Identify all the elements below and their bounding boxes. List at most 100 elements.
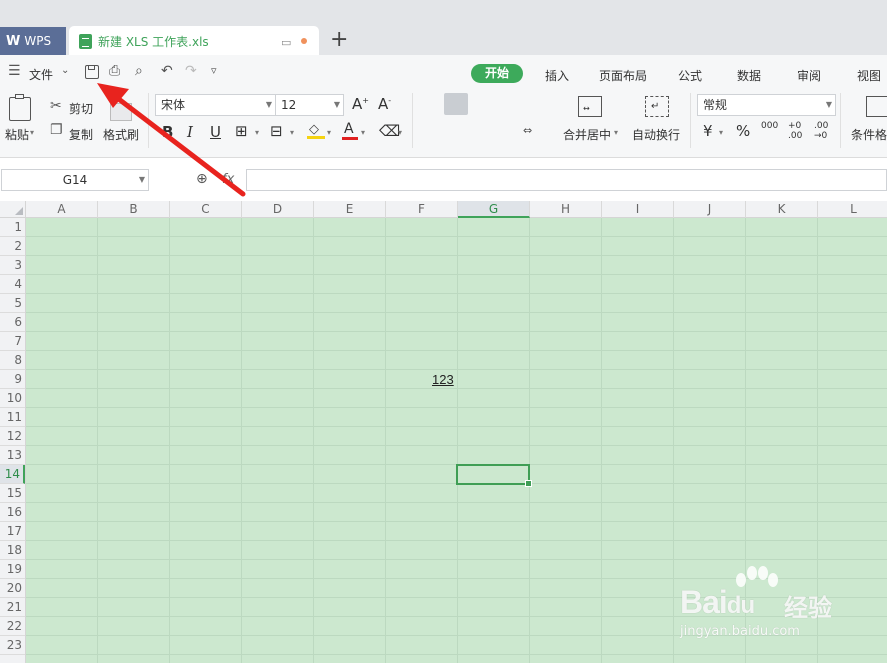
- row-header-6[interactable]: 6: [0, 313, 25, 332]
- wrap-text-icon[interactable]: ↵: [645, 96, 669, 117]
- save-icon[interactable]: [85, 65, 99, 79]
- monitor-icon[interactable]: ▭: [281, 36, 291, 49]
- align-bottom-icon[interactable]: [474, 103, 488, 122]
- ribbon-tab-view[interactable]: 视图: [857, 67, 881, 84]
- column-header-b[interactable]: B: [98, 201, 170, 218]
- wrap-text-button[interactable]: 自动换行: [632, 126, 680, 143]
- row-header-16[interactable]: 16: [0, 503, 25, 522]
- file-menu[interactable]: 文件: [29, 66, 53, 83]
- merge-center-icon[interactable]: ↔: [578, 96, 602, 117]
- customize-toolbar-icon[interactable]: ▿: [211, 64, 217, 77]
- ribbon-tab-review[interactable]: 审阅: [797, 67, 821, 84]
- new-tab-button[interactable]: +: [330, 27, 348, 53]
- ribbon-tab-home[interactable]: 开始: [471, 64, 523, 83]
- font-size-select[interactable]: 12 ▼: [275, 94, 344, 116]
- chevron-down-icon[interactable]: ▾: [255, 128, 259, 137]
- chevron-down-icon[interactable]: ▾: [719, 128, 723, 137]
- fill-color-icon[interactable]: ◇: [307, 122, 325, 140]
- column-header-k[interactable]: K: [746, 201, 818, 218]
- decrease-indent-icon[interactable]: [500, 98, 515, 117]
- column-header-d[interactable]: D: [242, 201, 314, 218]
- print-icon[interactable]: ⎙: [109, 63, 120, 79]
- row-header-4[interactable]: 4: [0, 275, 25, 294]
- column-header-c[interactable]: C: [170, 201, 242, 218]
- copy-button[interactable]: 复制: [69, 126, 93, 143]
- column-header-l[interactable]: L: [818, 201, 887, 218]
- chevron-down-icon[interactable]: ▾: [398, 128, 402, 137]
- row-header-21[interactable]: 21: [0, 598, 25, 617]
- decrease-decimal-icon[interactable]: .00 →0: [814, 121, 836, 141]
- undo-icon[interactable]: ↶: [161, 63, 173, 79]
- unsaved-dot-icon[interactable]: [301, 38, 307, 44]
- paste-button[interactable]: 粘贴: [5, 126, 29, 143]
- insert-function-icon[interactable]: fx: [222, 172, 234, 187]
- thousands-separator-icon[interactable]: 000: [761, 121, 778, 131]
- format-painter-icon[interactable]: [110, 103, 132, 121]
- column-header-h[interactable]: H: [530, 201, 602, 218]
- column-header-a[interactable]: A: [26, 201, 98, 218]
- number-format-select[interactable]: 常规 ▼: [697, 94, 836, 116]
- row-header-12[interactable]: 12: [0, 427, 25, 446]
- row-header-19[interactable]: 19: [0, 560, 25, 579]
- cut-button[interactable]: 剪切: [69, 100, 93, 117]
- chevron-down-icon[interactable]: ▾: [361, 128, 365, 137]
- align-center-icon[interactable]: [449, 126, 463, 145]
- align-right-icon[interactable]: [474, 126, 488, 145]
- row-header-10[interactable]: 10: [0, 389, 25, 408]
- chevron-down-icon[interactable]: ⌄: [61, 65, 69, 76]
- row-header-17[interactable]: 17: [0, 522, 25, 541]
- row-header-1[interactable]: 1: [0, 218, 25, 237]
- print-preview-icon[interactable]: ⌕: [135, 63, 143, 79]
- row-header-7[interactable]: 7: [0, 332, 25, 351]
- select-all-corner[interactable]: [0, 201, 26, 218]
- conditional-format-icon[interactable]: [866, 96, 887, 117]
- font-color-icon[interactable]: A: [342, 121, 358, 141]
- column-header-i[interactable]: I: [602, 201, 674, 218]
- paste-dropdown-icon[interactable]: ▾: [30, 128, 34, 137]
- decrease-font-size-icon[interactable]: A-: [378, 95, 391, 113]
- zoom-magnifier-icon[interactable]: ⊕: [196, 171, 208, 187]
- row-header-3[interactable]: 3: [0, 256, 25, 275]
- row-header-15[interactable]: 15: [0, 484, 25, 503]
- row-header-14[interactable]: 14: [0, 465, 25, 484]
- column-header-g[interactable]: G: [458, 201, 530, 218]
- currency-icon[interactable]: ¥: [703, 122, 713, 140]
- row-header-8[interactable]: 8: [0, 351, 25, 370]
- name-box[interactable]: G14 ▼: [1, 169, 149, 191]
- increase-decimal-icon[interactable]: +0 .00: [788, 121, 810, 141]
- ribbon-tab-formulas[interactable]: 公式: [678, 67, 702, 84]
- formula-input[interactable]: [246, 169, 887, 191]
- tab-wps-home[interactable]: W WPS: [0, 27, 66, 55]
- column-header-j[interactable]: J: [674, 201, 746, 218]
- italic-icon[interactable]: I: [187, 123, 193, 141]
- paste-icon[interactable]: [9, 94, 31, 121]
- font-name-select[interactable]: 宋体 ▼: [155, 94, 276, 116]
- chevron-down-icon[interactable]: ▾: [327, 128, 331, 137]
- row-header-2[interactable]: 2: [0, 237, 25, 256]
- cell-g9[interactable]: 123: [432, 372, 462, 387]
- align-top-icon[interactable]: [424, 97, 438, 116]
- format-painter-button[interactable]: 格式刷: [103, 126, 139, 143]
- tab-document[interactable]: 新建 XLS 工作表.xls ▭: [69, 26, 319, 56]
- row-header-18[interactable]: 18: [0, 541, 25, 560]
- increase-indent-icon[interactable]: [526, 98, 541, 117]
- align-middle-icon[interactable]: [444, 93, 468, 115]
- chevron-down-icon[interactable]: ▾: [290, 128, 294, 137]
- row-header-9[interactable]: 9: [0, 370, 25, 389]
- column-header-f[interactable]: F: [386, 201, 458, 218]
- ribbon-tab-data[interactable]: 数据: [737, 67, 761, 84]
- borders-icon[interactable]: ⊞: [235, 122, 248, 140]
- column-header-e[interactable]: E: [314, 201, 386, 218]
- chevron-down-icon[interactable]: ▾: [614, 128, 618, 137]
- bold-icon[interactable]: B: [162, 123, 173, 141]
- row-header-23[interactable]: 23: [0, 636, 25, 655]
- ribbon-tab-page-layout[interactable]: 页面布局: [599, 67, 647, 84]
- redo-icon[interactable]: ↷: [185, 63, 197, 79]
- row-header-5[interactable]: 5: [0, 294, 25, 313]
- increase-font-size-icon[interactable]: A+: [352, 95, 369, 113]
- active-cell-selection[interactable]: [456, 464, 532, 487]
- scissors-icon[interactable]: ✂: [50, 98, 62, 114]
- ribbon-tab-insert[interactable]: 插入: [545, 67, 569, 84]
- row-header-13[interactable]: 13: [0, 446, 25, 465]
- cell-style-icon[interactable]: ⊟: [270, 122, 283, 140]
